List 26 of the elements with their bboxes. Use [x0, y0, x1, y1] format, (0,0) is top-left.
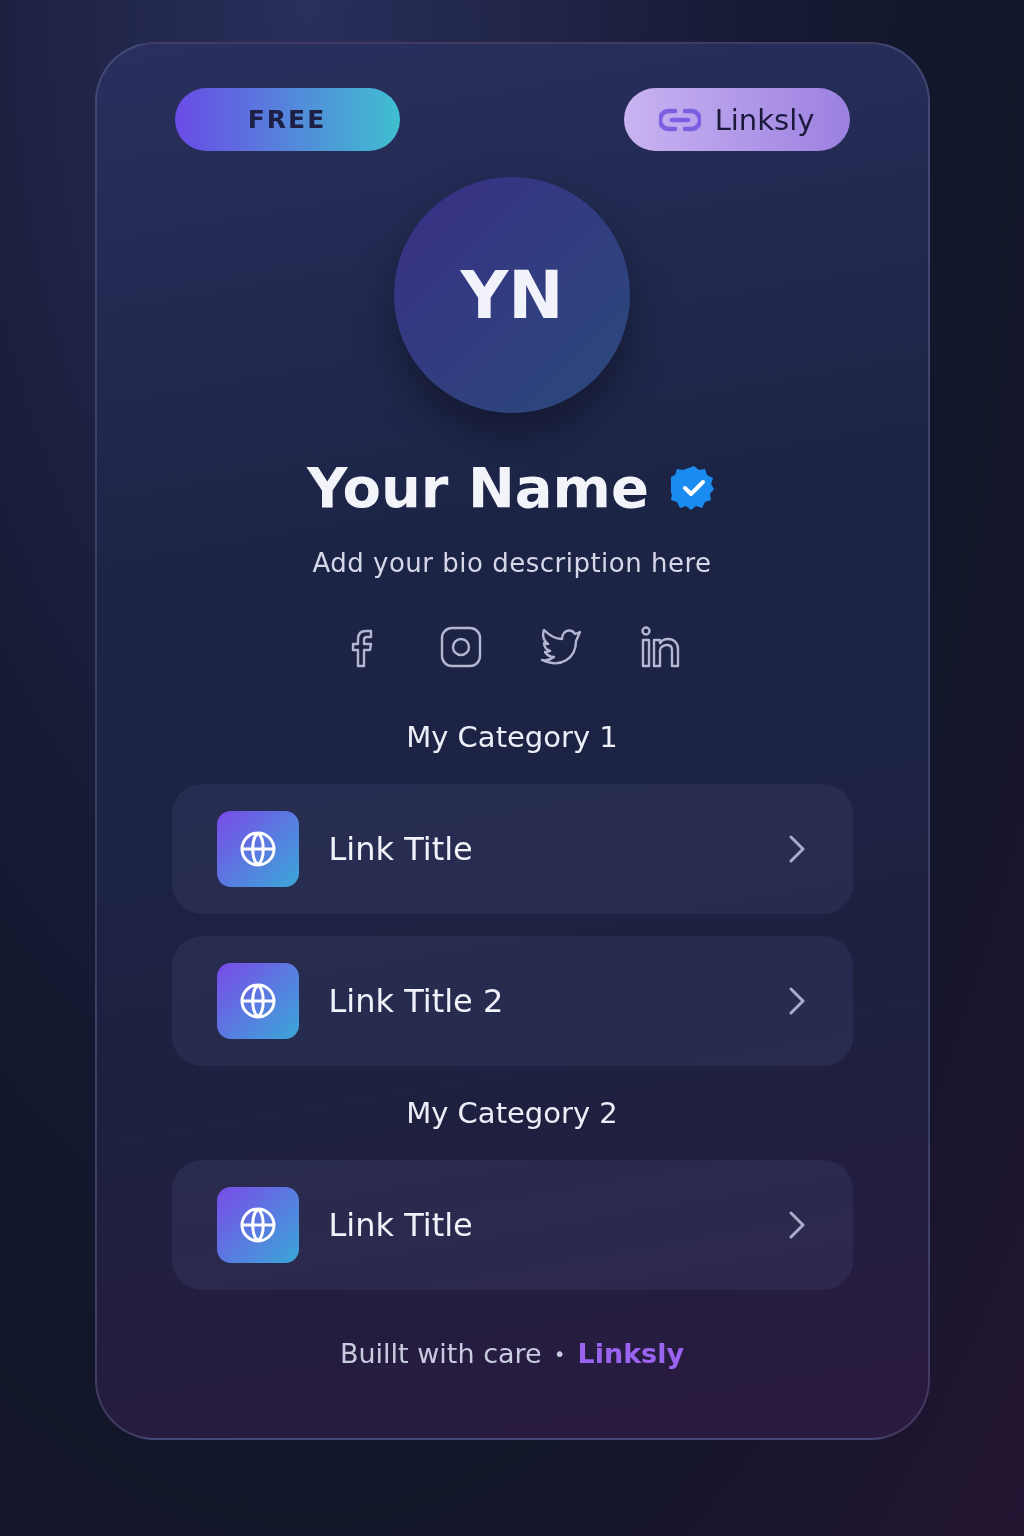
avatar: YN	[394, 177, 630, 413]
link-card[interactable]: Link Title	[171, 784, 853, 914]
link-title: Link Title 2	[328, 982, 505, 1020]
instagram-icon[interactable]	[440, 626, 482, 668]
globe-icon	[238, 830, 277, 868]
linkedin-icon[interactable]	[640, 626, 682, 668]
brand-badge[interactable]: Linksly	[623, 88, 850, 151]
twitter-icon[interactable]	[540, 626, 582, 666]
globe-icon	[238, 982, 277, 1020]
profile-name: Your Name	[307, 455, 649, 520]
bio-text: Add your bio description here	[312, 548, 712, 578]
chevron-right-icon	[788, 1211, 805, 1239]
footer-text: Buillt with care	[339, 1338, 542, 1369]
brand-link[interactable]: Linksly	[577, 1338, 685, 1369]
chevron-right-icon	[788, 835, 805, 863]
separator-dot: •	[553, 1341, 566, 1366]
plan-badge: FREE	[174, 88, 400, 151]
category-title: My Category 1	[406, 720, 618, 754]
link-card[interactable]: Link Title	[171, 1160, 853, 1290]
link-title: Link Title	[328, 1206, 474, 1244]
category-title: My Category 2	[406, 1096, 618, 1130]
globe-icon	[238, 1206, 277, 1244]
link-title: Link Title	[328, 830, 474, 868]
chevron-right-icon	[788, 987, 805, 1015]
link-icon	[658, 107, 701, 132]
link-card[interactable]: Link Title 2	[171, 936, 853, 1066]
